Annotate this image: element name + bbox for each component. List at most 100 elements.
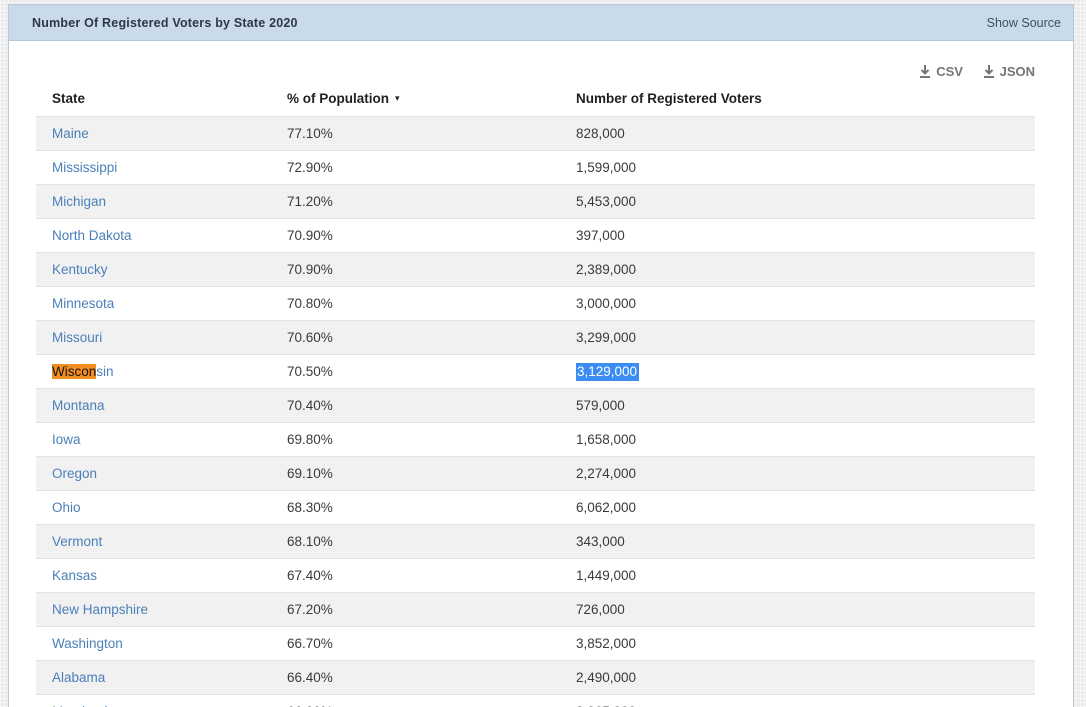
table-row: Maryland66.00%3,065,000 [36, 694, 1035, 707]
pct-population-cell: 67.40% [287, 567, 333, 583]
registered-voters-cell: 2,490,000 [560, 659, 1035, 695]
table-row: Minnesota 70.80% 3,000,000 [36, 286, 1035, 320]
registered-voters-cell: 2,274,000 [560, 455, 1035, 491]
table-row: Iowa 69.80% 1,658,000 [36, 422, 1035, 456]
column-label: Number of Registered Voters [576, 90, 762, 106]
table-row: Mississippi 72.90% 1,599,000 [36, 150, 1035, 184]
state-link[interactable]: Mississippi [52, 160, 117, 175]
state-cell: Maine [36, 115, 271, 151]
pct-population-cell: 72.90% [287, 159, 333, 175]
state-cell: Maryland [36, 694, 271, 707]
registered-voters-cell: 3,000,000 [576, 295, 637, 311]
state-cell: Washington [36, 626, 271, 660]
csv-download-button[interactable]: CSV [919, 64, 963, 79]
selected-text: 3,129,000 [576, 362, 640, 381]
state-cell: Alabama [36, 659, 271, 695]
pct-population-cell: 66.40% [271, 659, 560, 695]
csv-label: CSV [936, 64, 963, 79]
registered-voters-cell: 3,065,000 [560, 694, 1035, 707]
state-link[interactable]: Wisconsin [52, 363, 114, 379]
state-link[interactable]: Maine [52, 126, 89, 141]
download-toolbar: CSV JSON [9, 41, 1073, 85]
table-row: North Dakota 70.90% 397,000 [36, 218, 1035, 252]
table-row: Vermont 68.10% 343,000 [36, 523, 1035, 559]
column-header-pct-population[interactable]: % of Population ▾ [271, 85, 560, 116]
json-download-button[interactable]: JSON [983, 64, 1035, 79]
pct-population-cell: 70.90% [271, 251, 560, 287]
state-cell: Wisconsin [36, 354, 271, 388]
table-row: Montana 70.40% 579,000 [36, 387, 1035, 423]
registered-voters-cell: 726,000 [560, 591, 1035, 627]
table-row: Kentucky 70.90% 2,389,000 [36, 251, 1035, 287]
state-cell: Ohio [36, 490, 271, 524]
registered-voters-cell: 6,062,000 [576, 499, 637, 515]
pct-population-cell: 70.40% [271, 387, 560, 423]
state-link[interactable]: Michigan [52, 194, 106, 209]
state-cell: Vermont [36, 523, 271, 559]
state-link[interactable]: Vermont [52, 534, 102, 549]
registered-voters-cell: 828,000 [560, 115, 1035, 151]
registered-voters-cell: 2,389,000 [560, 251, 1035, 287]
state-link[interactable]: Montana [52, 398, 105, 413]
table-row: Ohio 68.30% 6,062,000 [36, 490, 1035, 524]
column-header-registered-voters[interactable]: Number of Registered Voters [560, 85, 1035, 116]
download-icon [919, 65, 931, 78]
state-cell: Iowa [36, 422, 271, 456]
pct-population-cell: 77.10% [271, 115, 560, 151]
show-source-link[interactable]: Show Source [987, 16, 1061, 30]
state-link[interactable]: Iowa [52, 432, 81, 447]
state-link[interactable]: Minnesota [52, 296, 114, 311]
table-row: New Hampshire 67.20% 726,000 [36, 591, 1035, 627]
find-highlight: Wiscon [52, 363, 97, 379]
state-link[interactable]: North Dakota [52, 228, 132, 243]
registered-voters-cell: 3,299,000 [560, 319, 1035, 355]
table-row: Wisconsin 70.50% 3,129,000 [36, 354, 1035, 388]
pct-population-cell: 70.90% [287, 227, 333, 243]
json-label: JSON [999, 64, 1035, 79]
table-row: Michigan 71.20% 5,453,000 [36, 183, 1035, 219]
state-link[interactable]: Kentucky [52, 262, 108, 277]
pct-population-cell: 70.50% [287, 363, 333, 379]
registered-voters-cell: 1,658,000 [576, 431, 637, 447]
table-body: Maine 77.10% 828,000 Mississippi 72.90% 1,599… [36, 115, 1035, 707]
table-row: Washington 66.70% 3,852,000 [36, 626, 1035, 660]
card-header: Number Of Registered Voters by State 202… [9, 5, 1073, 41]
state-link[interactable]: Oregon [52, 466, 97, 481]
registered-voters-cell: 5,453,000 [560, 183, 1035, 219]
state-link[interactable]: Ohio [52, 500, 81, 515]
table-row: Alabama 66.40% 2,490,000 [36, 659, 1035, 695]
pct-population-cell: 70.60% [271, 319, 560, 355]
pct-population-cell: 66.70% [287, 635, 333, 651]
column-label: % of Population [287, 90, 389, 106]
state-cell: Montana [36, 387, 271, 423]
state-link[interactable]: Kansas [52, 568, 97, 583]
state-cell: Kentucky [36, 251, 271, 287]
download-icon [983, 65, 995, 78]
registered-voters-cell: 397,000 [576, 227, 625, 243]
state-link[interactable]: New Hampshire [52, 602, 148, 617]
pct-population-cell: 71.20% [271, 183, 560, 219]
table-row: Maine 77.10% 828,000 [36, 115, 1035, 151]
table-header-row: State % of Population ▾ Number of Registe… [36, 85, 1035, 116]
state-cell: North Dakota [36, 218, 271, 252]
state-cell: Mississippi [36, 150, 271, 184]
column-label: State [52, 90, 86, 106]
pct-population-cell: 66.00% [271, 694, 560, 707]
pct-population-cell: 68.10% [271, 523, 560, 559]
state-link[interactable]: Alabama [52, 670, 105, 685]
column-header-state[interactable]: State [36, 85, 271, 116]
state-link[interactable]: Missouri [52, 330, 102, 345]
state-cell: New Hampshire [36, 591, 271, 627]
registered-voters-cell: 579,000 [560, 387, 1035, 423]
registered-voters-cell: 1,449,000 [576, 567, 637, 583]
table-row: Oregon 69.10% 2,274,000 [36, 455, 1035, 491]
pct-population-cell: 67.20% [271, 591, 560, 627]
table-row: Missouri 70.60% 3,299,000 [36, 319, 1035, 355]
registered-voters-cell: 1,599,000 [576, 159, 637, 175]
state-cell: Kansas [36, 558, 271, 592]
table-row: Kansas 67.40% 1,449,000 [36, 558, 1035, 592]
state-cell: Minnesota [36, 286, 271, 320]
state-link[interactable]: Washington [52, 636, 123, 651]
registered-voters-cell: 3,852,000 [576, 635, 637, 651]
pct-population-cell: 70.80% [287, 295, 333, 311]
